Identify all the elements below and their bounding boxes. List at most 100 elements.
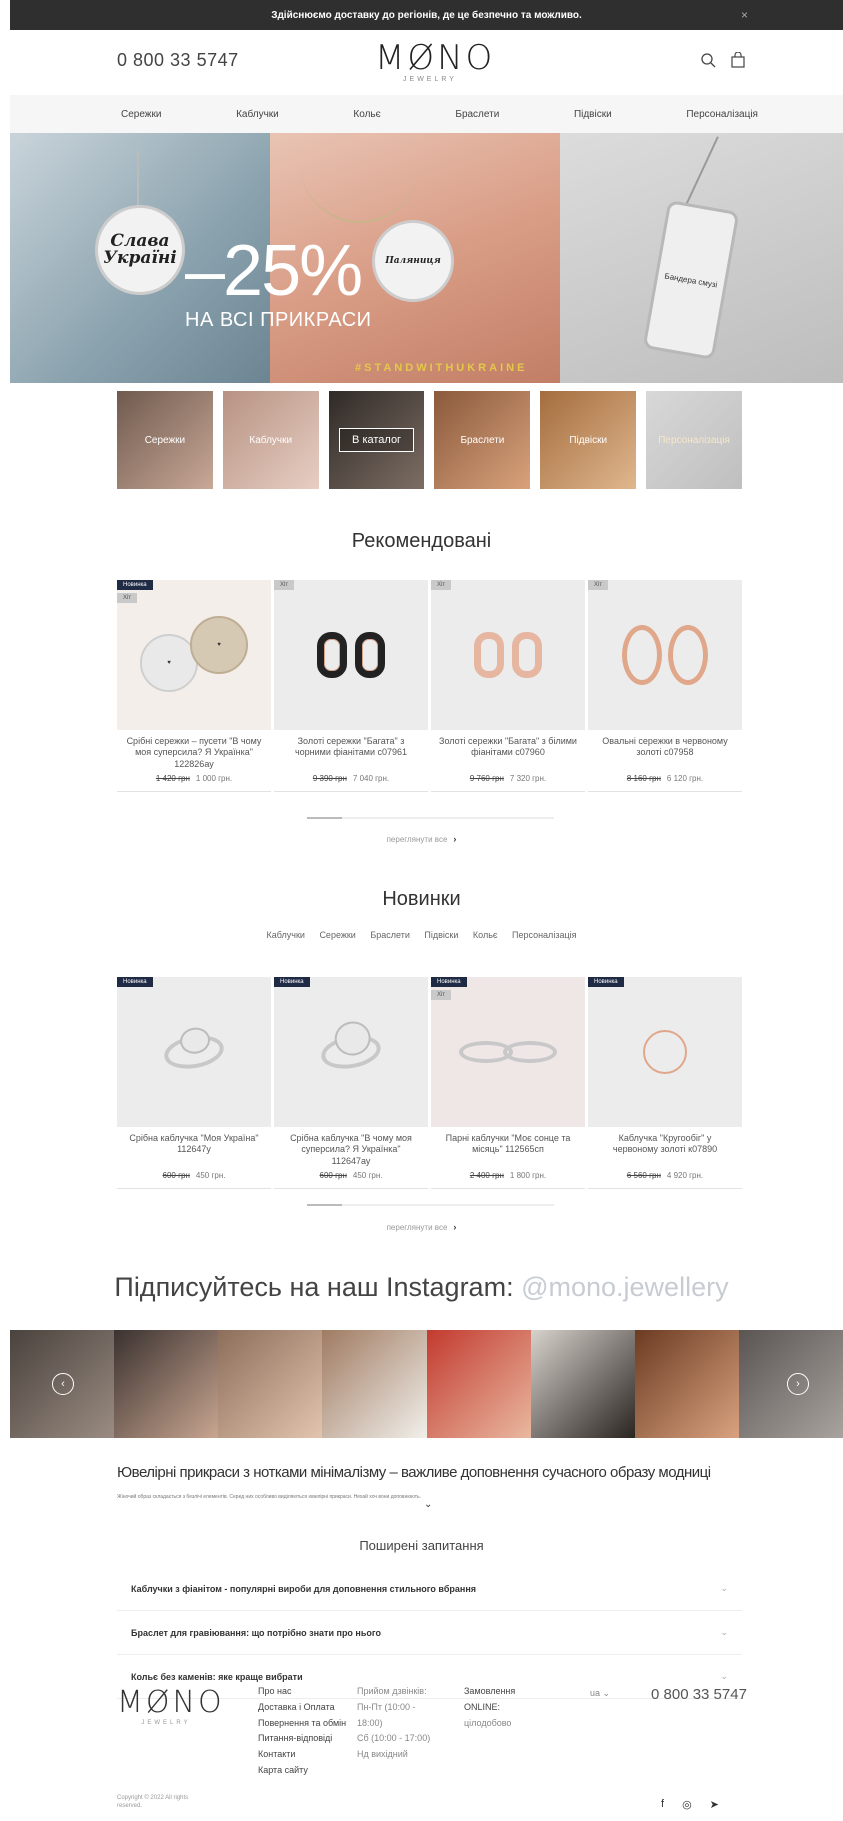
product-card[interactable]: Новинка Срібна каблучка "Моя Україна" 11… (117, 977, 271, 1189)
product-card[interactable]: Хіт Золоті сережки "Багата" з білими фіа… (431, 580, 585, 792)
product-card[interactable]: Новинка Хіт Парні каблучки "Моє сонце та… (431, 977, 585, 1189)
category-tile-bracelets[interactable]: Браслети (434, 391, 531, 489)
chevron-right-icon: › (453, 1222, 457, 1232)
pendant-slava-text: Слава Україні (103, 231, 177, 268)
pendant-palianytsia-text: Паляниця (385, 255, 441, 266)
filter-earrings[interactable]: Сережки (319, 930, 355, 940)
earring-shape (668, 625, 708, 685)
faq-item[interactable]: Каблучки з фіанітом - популярні вироби д… (117, 1567, 742, 1611)
product-card[interactable]: Новинка Каблучка "Кругообіг" у червоному… (588, 977, 742, 1189)
new-title: Новинки (382, 888, 461, 910)
card-divider (274, 791, 428, 792)
category-label: Персоналізація (658, 434, 730, 446)
old-price: 9 760 грн (469, 774, 504, 783)
badge-new: Новинка (431, 977, 467, 987)
instagram-photo[interactable] (634, 1330, 739, 1438)
nav-item-rings[interactable]: Каблучки (236, 109, 279, 120)
chevron-right-icon[interactable]: › (787, 1373, 809, 1395)
filter-rings[interactable]: Каблучки (267, 930, 305, 940)
language-selector[interactable]: ua ⌄ (590, 1688, 610, 1699)
card-divider (588, 791, 742, 792)
filter-necklaces[interactable]: Кольє (473, 930, 498, 940)
ring-shape (503, 1041, 557, 1063)
chevron-down-icon[interactable]: ⌄ (424, 1499, 432, 1510)
search-icon[interactable] (700, 52, 716, 73)
carousel-scrollbar[interactable] (307, 817, 554, 819)
nav-item-bracelets[interactable]: Браслети (455, 109, 499, 120)
product-image: Новинка (588, 977, 742, 1127)
header-phone[interactable]: 0 800 33 5747 (117, 50, 239, 71)
card-divider (117, 791, 271, 792)
footer-link-about[interactable]: Про нас (258, 1684, 346, 1700)
faq-item[interactable]: Браслет для гравіювання: що потрібно зна… (117, 1611, 742, 1655)
product-name[interactable]: Парні каблучки "Моє сонце та місяць" 112… (431, 1127, 585, 1165)
footer-link-contacts[interactable]: Контакти (258, 1747, 346, 1763)
product-name[interactable]: Срібна каблучка "Моя Україна" 112647у (117, 1127, 271, 1165)
old-price: 600 грн (319, 1171, 347, 1180)
product-name[interactable]: Золоті сережки "Багата" з білими фіаніта… (431, 730, 585, 768)
footer-online: Замовлення ONLINE: цілодобово (464, 1684, 515, 1731)
product-name[interactable]: Срібні сережки – пусети "В чому моя супе… (117, 730, 271, 769)
product-name[interactable]: Золоті сережки "Багата" з чорними фіаніт… (274, 730, 428, 768)
chevron-left-icon[interactable]: ‹ (52, 1373, 74, 1395)
header-actions (700, 51, 746, 73)
nav-item-earrings[interactable]: Сережки (121, 109, 161, 120)
product-name[interactable]: Срібна каблучка "В чому моя суперсила? Я… (274, 1127, 428, 1166)
logo[interactable]: MØNO JEWELRY (375, 38, 492, 83)
category-label: Підвіски (569, 434, 608, 446)
filter-pendants[interactable]: Підвіски (424, 930, 458, 940)
nav-item-personalization[interactable]: Персоналізація (686, 109, 758, 120)
instagram-icon[interactable]: ◎ (682, 1798, 692, 1811)
old-price: 2 400 грн (469, 1171, 504, 1180)
ring-top (178, 1025, 213, 1057)
product-card[interactable]: Хіт Золоті сережки "Багата" з чорними фі… (274, 580, 428, 792)
social-links: f ◎ ➤ (661, 1798, 719, 1811)
category-tile-personalization[interactable]: Персоналізація (646, 391, 742, 489)
bag-icon[interactable] (730, 51, 746, 73)
scrollbar-thumb[interactable] (307, 1204, 342, 1206)
ring-shape (643, 1030, 687, 1074)
nav-item-pendants[interactable]: Підвіски (574, 109, 612, 120)
footer-link-returns[interactable]: Повернення та обмін (258, 1716, 346, 1732)
footer-link-faq[interactable]: Питання-відповіді (258, 1731, 346, 1747)
category-tile-pendants[interactable]: Підвіски (540, 391, 637, 489)
instagram-photo[interactable] (218, 1330, 323, 1438)
view-all-link[interactable]: переглянути все › (0, 1222, 843, 1232)
online-line: ONLINE: (464, 1701, 501, 1712)
recommended-grid: ♥ ♥ Новинка Хіт Срібні сережки – пусети … (117, 580, 742, 792)
footer-phone[interactable]: 0 800 33 5747 (651, 1686, 747, 1703)
instagram-photo[interactable] (114, 1330, 219, 1438)
instagram-handle[interactable]: @mono.jewellery (521, 1272, 728, 1302)
badge-hit: Хіт (274, 580, 295, 590)
current-price: 450 грн. (195, 1171, 226, 1180)
filter-personalization[interactable]: Персоналізація (512, 930, 576, 940)
carousel-scrollbar[interactable] (307, 1204, 554, 1206)
footer-logo[interactable]: MØNO JEWELRY (117, 1685, 222, 1726)
new-grid: Новинка Срібна каблучка "Моя Україна" 11… (117, 977, 742, 1189)
catalog-button[interactable]: В каталог (339, 428, 415, 452)
product-image: Новинка (274, 977, 428, 1127)
category-tile-catalog[interactable]: В каталог (328, 391, 425, 489)
close-icon[interactable]: × (741, 8, 748, 22)
product-card[interactable]: Хіт Овальні сережки в червоному золоті с… (588, 580, 742, 792)
view-all-link[interactable]: переглянути все › (0, 834, 843, 844)
facebook-icon[interactable]: f (661, 1798, 664, 1811)
footer-link-sitemap[interactable]: Карта сайту (258, 1763, 346, 1779)
nav-item-necklaces[interactable]: Кольє (353, 109, 380, 120)
old-price: 6 560 грн (626, 1171, 661, 1180)
instagram-photo[interactable] (426, 1330, 531, 1438)
category-tile-earrings[interactable]: Сережки (117, 391, 213, 489)
product-name[interactable]: Каблучка "Кругообіг" у червоному золоті … (588, 1127, 742, 1165)
filter-bracelets[interactable]: Браслети (370, 930, 410, 940)
telegram-icon[interactable]: ➤ (710, 1798, 719, 1811)
scrollbar-thumb[interactable] (307, 817, 342, 819)
product-name[interactable]: Овальні сережки в червоному золоті с0795… (588, 730, 742, 768)
category-tile-rings[interactable]: Каблучки (222, 391, 319, 489)
chevron-right-icon: › (453, 834, 457, 844)
product-card[interactable]: Новинка Срібна каблучка "В чому моя супе… (274, 977, 428, 1189)
instagram-photo[interactable] (322, 1330, 427, 1438)
instagram-photo[interactable] (530, 1330, 635, 1438)
footer-link-delivery[interactable]: Доставка і Оплата (258, 1700, 346, 1716)
pendant-palianytsia: Паляниця (372, 220, 454, 302)
product-card[interactable]: ♥ ♥ Новинка Хіт Срібні сережки – пусети … (117, 580, 271, 792)
